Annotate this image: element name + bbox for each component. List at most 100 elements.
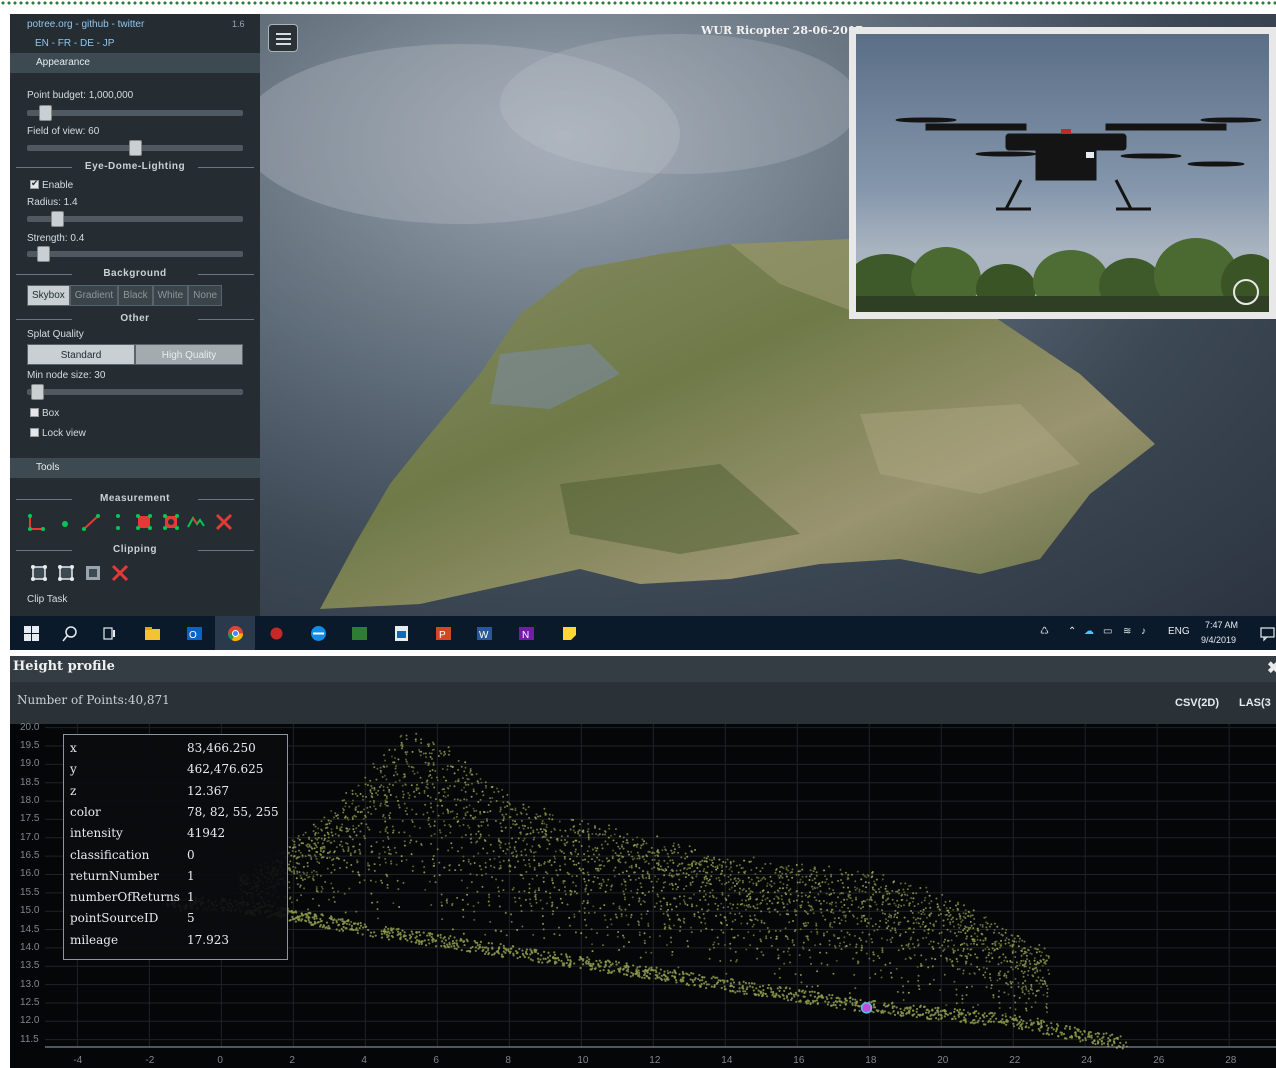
background-white-button[interactable]: White: [152, 285, 189, 306]
profile-point: [552, 910, 555, 913]
slider-handle[interactable]: [39, 105, 53, 121]
clip-screen-box-icon[interactable]: [83, 563, 103, 583]
volume-icon[interactable]: ♪: [1141, 626, 1146, 637]
profile-point: [462, 940, 465, 943]
profile-point: [797, 994, 800, 997]
clip-polygon-icon[interactable]: [56, 563, 76, 583]
close-icon[interactable]: ✖: [1267, 658, 1276, 678]
clock-date[interactable]: 9/4/2019: [1201, 635, 1236, 645]
radius-slider[interactable]: [27, 211, 243, 227]
profile-point: [690, 850, 693, 853]
wifi-icon[interactable]: ≋: [1123, 626, 1131, 637]
background-black-button[interactable]: Black: [118, 285, 153, 306]
distance-icon[interactable]: [81, 512, 101, 532]
profile-header[interactable]: Height profile ✖: [10, 656, 1276, 682]
area-icon[interactable]: [161, 512, 181, 532]
3d-viewport[interactable]: WUR Ricopter 28-06-2017: [260, 14, 1276, 616]
remove-all-icon[interactable]: [214, 512, 234, 532]
onedrive-icon[interactable]: ☁: [1084, 626, 1094, 637]
profile-point: [1090, 1034, 1093, 1037]
edl-enable-checkbox[interactable]: [30, 178, 39, 189]
profile-point: [622, 934, 625, 937]
profile-point: [956, 1009, 959, 1012]
notifications-icon[interactable]: [1259, 625, 1276, 642]
app-green-icon[interactable]: [351, 625, 368, 642]
profile-point: [766, 986, 769, 990]
app-red-icon[interactable]: [268, 625, 285, 642]
language-indicator[interactable]: ENG: [1168, 626, 1190, 637]
sticky-notes-icon[interactable]: [561, 625, 578, 642]
field-of-view-slider[interactable]: [27, 140, 243, 156]
slider-handle[interactable]: [37, 246, 51, 262]
point-icon[interactable]: [55, 512, 75, 532]
profile-point: [959, 924, 962, 927]
point-budget-slider[interactable]: [27, 105, 243, 121]
appearance-header[interactable]: Appearance: [10, 53, 260, 73]
battery-icon[interactable]: ▭: [1103, 626, 1112, 637]
word-icon[interactable]: W: [476, 625, 493, 642]
windows-start-icon[interactable]: [23, 625, 40, 642]
profile-point: [751, 925, 754, 928]
profile-point: [863, 875, 866, 878]
task-view-icon[interactable]: [101, 625, 118, 642]
profile-point: [482, 794, 485, 797]
profile-point: [717, 979, 720, 982]
background-gradient-button[interactable]: Gradient: [69, 285, 119, 306]
clip-volume-icon[interactable]: [29, 563, 49, 583]
background-none-button[interactable]: None: [188, 285, 223, 306]
min-node-size-slider[interactable]: [27, 384, 243, 400]
project-links[interactable]: potree.org - github - twitter: [27, 19, 144, 30]
profile-point: [700, 982, 703, 986]
profile-point: [433, 824, 436, 827]
profile-point: [818, 899, 821, 902]
profile-point: [627, 970, 630, 973]
outlook-icon[interactable]: O: [186, 625, 203, 642]
height-icon[interactable]: [108, 512, 128, 532]
export-las-button[interactable]: LAS(3: [1239, 697, 1271, 709]
profile-point: [919, 886, 922, 889]
search-icon[interactable]: [62, 625, 79, 642]
slider-handle[interactable]: [31, 384, 45, 400]
profile-point: [920, 954, 923, 957]
splat-standard-button[interactable]: Standard: [27, 344, 135, 365]
profile-point: [668, 872, 671, 875]
strength-slider[interactable]: [27, 246, 243, 262]
profile-point: [942, 919, 945, 922]
onenote-icon[interactable]: N: [518, 625, 535, 642]
people-icon[interactable]: ♺: [1040, 626, 1049, 637]
tools-header[interactable]: Tools: [10, 458, 260, 478]
profile-point: [937, 914, 940, 917]
profile-point: [597, 962, 600, 966]
profile-point: [622, 855, 625, 858]
lock-view-checkbox[interactable]: [30, 428, 39, 437]
height-profile-chart[interactable]: 20.0 19.5 19.0 18.5 18.0 17.5 17.0 16.5 16.0 15.5…: [10, 722, 1276, 1068]
remove-clipping-icon[interactable]: [110, 563, 130, 583]
profile-point: [495, 878, 498, 881]
powerpoint-icon[interactable]: P: [435, 625, 452, 642]
profile-point: [917, 903, 920, 906]
background-skybox-button[interactable]: Skybox: [27, 285, 70, 306]
slider-handle[interactable]: [51, 211, 65, 227]
clock-time[interactable]: 7:47 AM: [1205, 620, 1238, 630]
export-csv-button[interactable]: CSV(2D): [1175, 697, 1219, 709]
profile-point: [545, 890, 548, 893]
profile-point: [457, 759, 460, 762]
splat-high-quality-button[interactable]: High Quality: [135, 344, 243, 365]
teamviewer-icon[interactable]: [310, 625, 327, 642]
selected-point-marker[interactable]: [860, 1002, 873, 1014]
profile-point: [951, 948, 954, 951]
photos-icon[interactable]: [393, 625, 410, 642]
chrome-icon[interactable]: [227, 625, 244, 642]
box-checkbox[interactable]: [30, 408, 39, 417]
menu-toggle-button[interactable]: [268, 24, 298, 52]
profile-point: [385, 765, 388, 768]
volume-icon[interactable]: [186, 512, 206, 532]
slider-handle[interactable]: [128, 140, 142, 156]
profile-point: [296, 883, 299, 886]
profile-point: [854, 998, 857, 1001]
language-links[interactable]: EN - FR - DE - JP: [35, 38, 114, 49]
angle-icon[interactable]: [27, 512, 47, 532]
file-explorer-icon[interactable]: [144, 625, 161, 642]
circle-icon[interactable]: [134, 512, 154, 532]
chevron-up-icon[interactable]: ⌃: [1068, 626, 1076, 637]
